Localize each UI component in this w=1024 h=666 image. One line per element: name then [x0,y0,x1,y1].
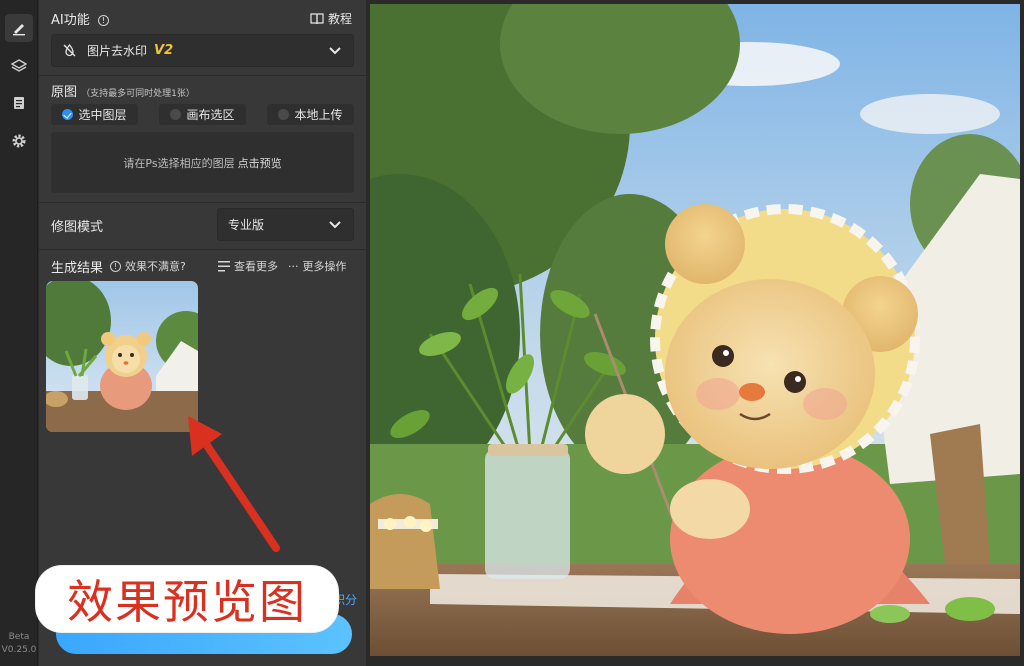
result-title: 生成结果 [51,261,104,276]
result-thumbnail[interactable] [46,281,198,432]
mode-select[interactable]: 专业版 [217,208,354,241]
gear-icon[interactable] [5,127,33,155]
mode-label: 修图模式 [51,220,104,235]
tool-rail: Beta V0.25.0 [0,0,38,666]
radio-checked-icon [62,109,74,120]
source-dropzone[interactable]: 请在Ps选择相应的图层 点击预览 [51,132,354,193]
info-icon: ! [110,260,121,272]
preview-link[interactable]: 点击预览 [238,155,282,171]
divider [39,202,366,203]
book-icon [310,12,324,24]
mode-value: 专业版 [228,218,265,232]
source-title: 原图 （支持最多可同时处理1张） [51,81,195,100]
unsatisfied-label: 效果不满意? [125,260,186,273]
source-note: （支持最多可同时处理1张） [81,89,195,99]
version-label: V0.25.0 [1,645,37,655]
more-actions-button[interactable]: ··· 更多操作 [288,258,347,274]
feature-select[interactable]: 图片去水印 V2 [51,34,354,67]
edit-icon[interactable] [5,14,33,42]
preview-caption-overlay: 效果预览图 [36,566,338,632]
more-actions-label: 更多操作 [302,260,347,273]
unsatisfied-link[interactable]: ! 效果不满意? [110,258,186,274]
option-canvas-selection[interactable]: 画布选区 [159,104,246,125]
feature-value: 图片去水印 [87,44,148,58]
tutorial-label: 教程 [327,12,352,26]
source-label: 原图 [51,85,78,100]
beta-label: Beta [8,632,30,642]
view-more-label: 查看更多 [234,260,278,273]
chevron-down-icon [329,46,341,54]
option-label: 本地上传 [294,108,343,122]
radio-icon [170,109,182,120]
list-icon [218,260,230,271]
preview-canvas [366,0,1024,666]
preview-caption-text: 效果预览图 [67,575,307,629]
option-selected-layer[interactable]: 选中图层 [51,104,138,125]
annotation-arrow [188,416,280,552]
ai-feature-title: AI功能 ! [51,9,109,28]
layers-icon[interactable] [5,52,33,80]
chevron-down-icon [329,220,341,228]
view-more-button[interactable]: 查看更多 [218,258,278,274]
no-watermark-icon [63,43,76,57]
option-label: 画布选区 [186,108,235,122]
document-icon[interactable] [5,89,33,117]
preview-image[interactable] [370,4,1020,656]
divider [39,249,366,250]
info-icon[interactable]: ! [97,15,109,26]
ai-feature-label: AI功能 [51,13,90,28]
dropzone-hint: 请在Ps选择相应的图层 [123,156,235,170]
option-local-upload[interactable]: 本地上传 [267,104,354,125]
ellipsis-icon: ··· [288,259,299,273]
app-window: Beta V0.25.0 AI功能 ! 教程 图片去水印 V2 原图 （支持最多… [0,0,1024,666]
divider [39,75,366,76]
option-label: 选中图层 [78,108,127,122]
radio-icon [278,109,290,120]
feature-version-tag: V2 [154,43,174,58]
tutorial-link[interactable]: 教程 [310,10,352,27]
